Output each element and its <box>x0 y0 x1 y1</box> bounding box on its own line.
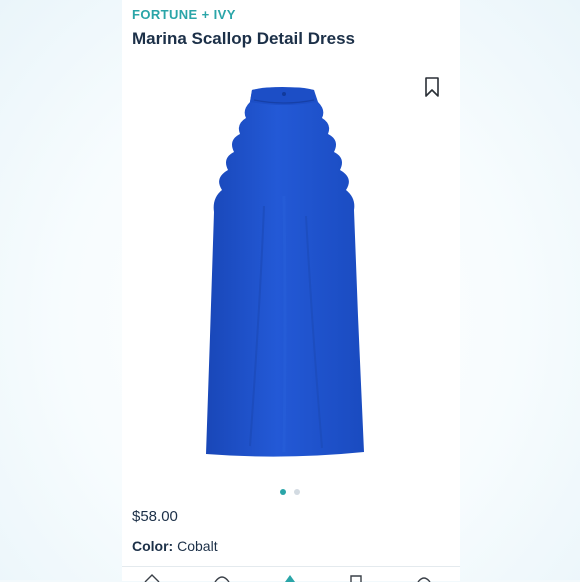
dress-image <box>206 87 364 457</box>
fix-icon[interactable] <box>282 574 298 582</box>
color-label: Color: <box>132 538 174 554</box>
brand-name[interactable]: FORTUNE + IVY <box>132 7 236 22</box>
bag-icon[interactable] <box>348 574 364 582</box>
styles-icon[interactable] <box>214 574 230 582</box>
carousel-dot[interactable] <box>294 489 300 495</box>
product-price: $58.00 <box>132 508 178 525</box>
carousel-indicator <box>0 489 580 495</box>
product-title: Marina Scallop Detail Dress <box>132 29 355 48</box>
account-icon[interactable] <box>416 574 432 582</box>
color-info: Color: Cobalt <box>132 538 218 554</box>
bookmark-icon[interactable] <box>424 77 440 97</box>
home-icon[interactable] <box>144 574 160 582</box>
bottom-nav <box>122 566 460 582</box>
carousel-dot[interactable] <box>280 489 286 495</box>
color-value: Cobalt <box>177 538 218 554</box>
